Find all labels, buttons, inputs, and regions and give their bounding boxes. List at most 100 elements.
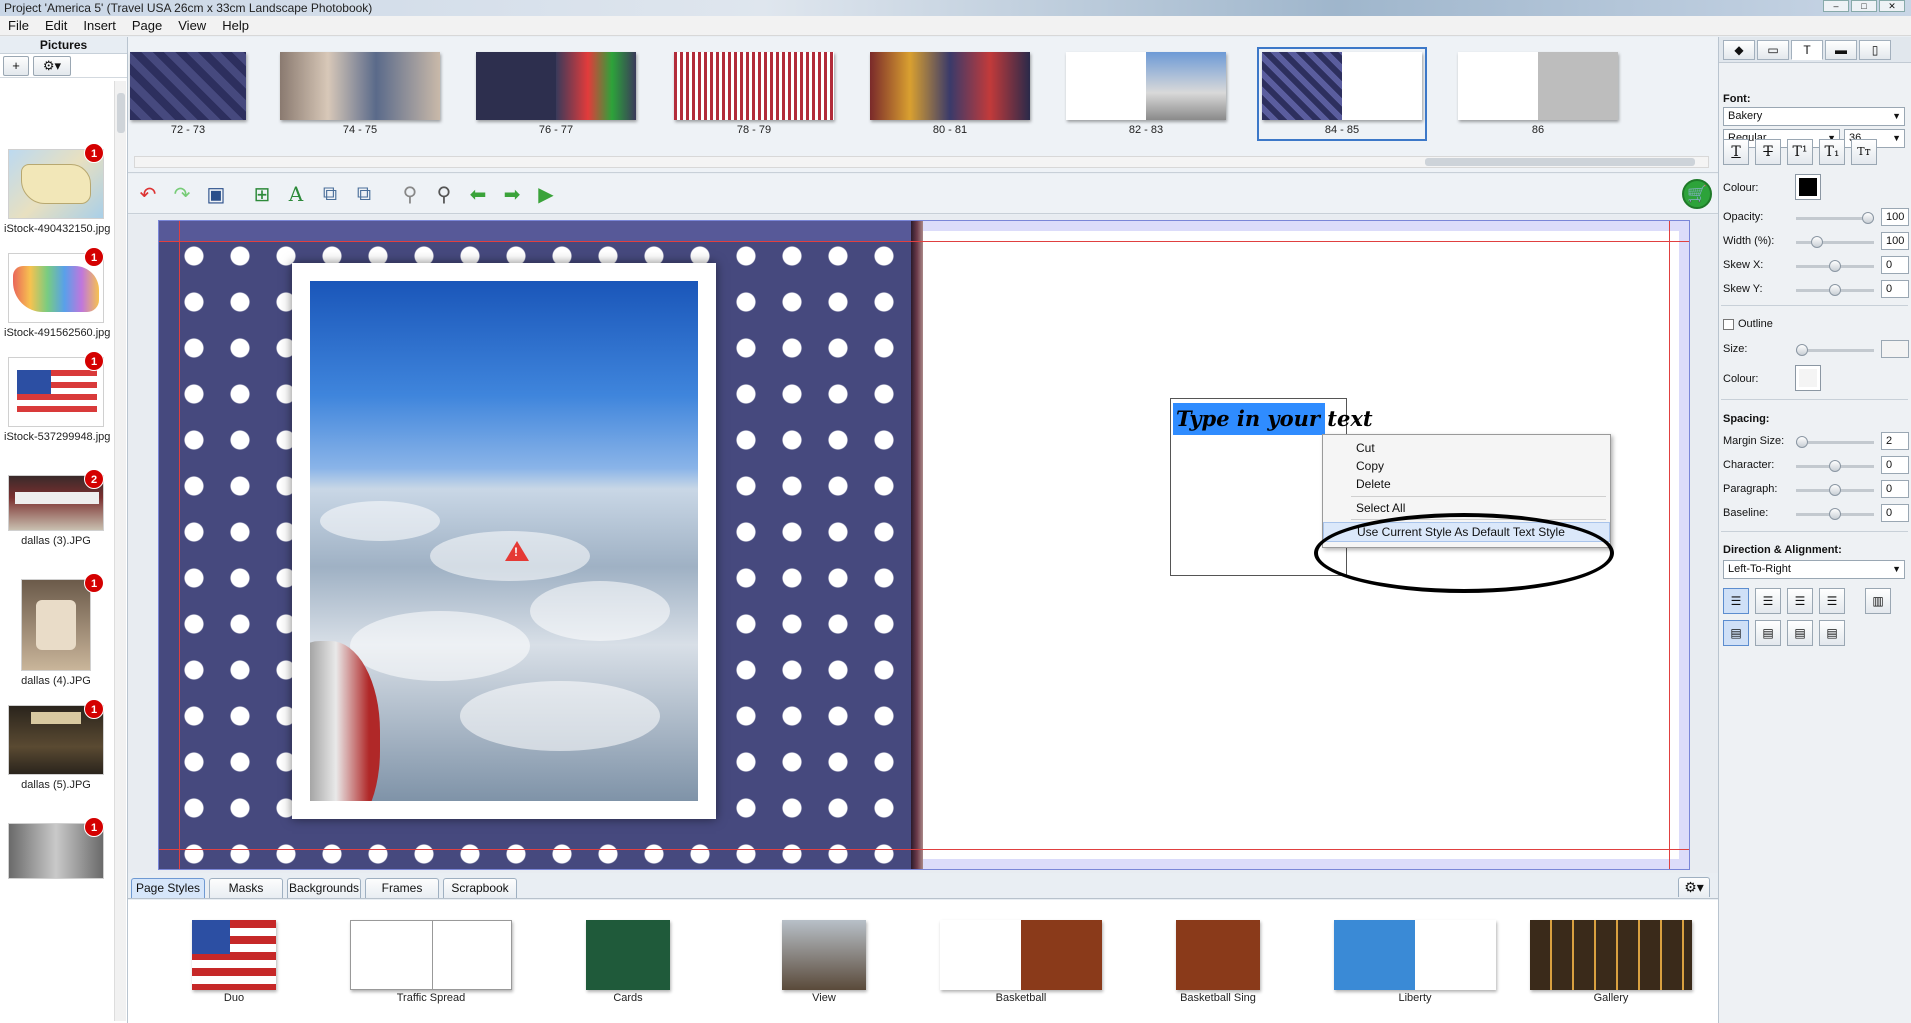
menu-item-cut[interactable]: Cut xyxy=(1323,438,1610,458)
bring-forward-button[interactable]: ⧉ xyxy=(316,180,344,208)
character-input[interactable]: 0 xyxy=(1881,456,1909,474)
low-resolution-warning-icon[interactable]: ! xyxy=(505,541,529,561)
text-colour-swatch[interactable] xyxy=(1795,174,1821,200)
tab-text[interactable]: T xyxy=(1791,40,1823,60)
order-button[interactable]: 🛒 xyxy=(1682,179,1712,209)
outline-size-slider[interactable] xyxy=(1796,344,1874,356)
save-button[interactable]: ▣ xyxy=(202,180,230,208)
menu-edit[interactable]: Edit xyxy=(37,18,75,33)
align-left-button[interactable]: ☰ xyxy=(1723,588,1749,614)
menu-item-delete[interactable]: Delete xyxy=(1323,474,1610,494)
picture-item[interactable]: 1 dallas (4).JPG xyxy=(4,573,108,687)
picture-frame[interactable]: ! xyxy=(292,263,716,819)
pictures-scrollbar[interactable] xyxy=(114,81,126,1021)
subscript-button[interactable]: T₁ xyxy=(1819,139,1845,165)
menu-insert[interactable]: Insert xyxy=(75,18,124,33)
style-item[interactable]: View xyxy=(782,920,866,1004)
margin-slider[interactable] xyxy=(1796,436,1874,448)
menu-view[interactable]: View xyxy=(170,18,214,33)
next-page-button[interactable]: ➡ xyxy=(498,180,526,208)
previous-page-button[interactable]: ⬅ xyxy=(464,180,492,208)
spread-strip-scrollbar[interactable] xyxy=(134,156,1709,168)
superscript-button[interactable]: T¹ xyxy=(1787,139,1813,165)
menu-item-copy[interactable]: Copy xyxy=(1323,456,1610,476)
style-item[interactable]: Cards xyxy=(586,920,670,1004)
close-button[interactable]: ✕ xyxy=(1879,0,1905,12)
tab-page[interactable]: ▯ xyxy=(1859,40,1891,60)
spread-thumbnail[interactable]: 72 - 73 xyxy=(130,52,246,136)
style-item[interactable]: Traffic Spread xyxy=(350,920,512,1004)
spread-thumbnail-selected[interactable]: 84 - 85 xyxy=(1257,47,1427,141)
menu-page[interactable]: Page xyxy=(124,18,170,33)
skewy-slider[interactable] xyxy=(1796,284,1874,296)
picture-item[interactable]: 1 iStock-537299948.jpg xyxy=(4,351,110,443)
style-item[interactable]: Gallery xyxy=(1530,920,1692,1004)
picture-item[interactable]: 1 xyxy=(4,817,108,879)
tab-ruler[interactable]: ▬ xyxy=(1825,40,1857,60)
picture-item[interactable]: 1 dallas (5).JPG xyxy=(4,699,108,791)
tab-shape[interactable]: ◆ xyxy=(1723,40,1755,60)
align-center-button[interactable]: ☰ xyxy=(1755,588,1781,614)
tab-masks[interactable]: Masks xyxy=(209,878,283,898)
library-options-button[interactable]: ⚙▾ xyxy=(1678,877,1710,897)
tab-frame[interactable]: ▭ xyxy=(1757,40,1789,60)
align-right-button[interactable]: ☰ xyxy=(1787,588,1813,614)
style-item[interactable]: Basketball xyxy=(940,920,1102,1004)
add-text-box-button[interactable]: A xyxy=(282,180,310,208)
left-page[interactable]: ! xyxy=(159,221,919,869)
valign-middle-button[interactable]: ▤ xyxy=(1755,620,1781,646)
style-item[interactable]: Liberty xyxy=(1334,920,1496,1004)
valign-top-button[interactable]: ▤ xyxy=(1723,620,1749,646)
spread-thumbnail[interactable]: 80 - 81 xyxy=(870,52,1030,136)
picture-item[interactable]: 1 iStock-490432150.jpg xyxy=(4,143,110,235)
margin-input[interactable]: 2 xyxy=(1881,432,1909,450)
selected-text[interactable]: Type in your text xyxy=(1173,403,1373,435)
skewx-slider[interactable] xyxy=(1796,260,1874,272)
outline-size-input[interactable] xyxy=(1881,340,1909,358)
outline-colour-swatch[interactable] xyxy=(1795,365,1821,391)
width-input[interactable]: 100 xyxy=(1881,232,1909,250)
align-justify-button[interactable]: ☰ xyxy=(1819,588,1845,614)
spread-thumbnail[interactable]: 78 - 79 xyxy=(674,52,834,136)
spread-thumbnail[interactable]: 74 - 75 xyxy=(280,52,440,136)
width-slider[interactable] xyxy=(1796,236,1874,248)
small-caps-button[interactable]: Tт xyxy=(1851,139,1877,165)
spread-thumbnail[interactable]: 82 - 83 xyxy=(1066,52,1226,136)
outline-checkbox[interactable] xyxy=(1723,318,1734,330)
spread-thumbnail[interactable]: 86 xyxy=(1458,52,1618,136)
zoom-out-button[interactable]: ⚲ xyxy=(396,180,424,208)
paragraph-input[interactable]: 0 xyxy=(1881,480,1909,498)
skewx-input[interactable]: 0 xyxy=(1881,256,1909,274)
send-backward-button[interactable]: ⧉ xyxy=(350,180,378,208)
undo-button[interactable]: ↶ xyxy=(134,180,162,208)
style-item[interactable]: Basketball Sing xyxy=(1176,920,1260,1004)
maximize-button[interactable]: □ xyxy=(1851,0,1877,12)
underline-button[interactable]: T xyxy=(1723,139,1749,165)
menu-file[interactable]: File xyxy=(0,18,37,33)
opacity-slider[interactable] xyxy=(1796,212,1874,224)
tab-backgrounds[interactable]: Backgrounds xyxy=(287,878,361,898)
pictures-options-button[interactable]: ⚙▾ xyxy=(33,55,71,76)
skewy-input[interactable]: 0 xyxy=(1881,280,1909,298)
menu-help[interactable]: Help xyxy=(214,18,257,33)
airplane-window-photo[interactable]: ! xyxy=(310,281,698,801)
baseline-input[interactable]: 0 xyxy=(1881,504,1909,522)
spread-thumbnail[interactable]: 76 - 77 xyxy=(476,52,636,136)
font-select[interactable]: Bakery ▼ xyxy=(1723,107,1905,126)
add-picture-button[interactable]: + xyxy=(3,55,29,76)
picture-item[interactable]: 2 dallas (3).JPG xyxy=(4,469,108,547)
paragraph-slider[interactable] xyxy=(1796,484,1874,496)
add-picture-box-button[interactable]: ⊞ xyxy=(248,180,276,208)
redo-button[interactable]: ↷ xyxy=(168,180,196,208)
opacity-input[interactable]: 100 xyxy=(1881,208,1909,226)
tab-frames[interactable]: Frames xyxy=(365,878,439,898)
preview-button[interactable]: ▶ xyxy=(532,180,560,208)
valign-bottom-button[interactable]: ▤ xyxy=(1787,620,1813,646)
outline-toggle[interactable]: Outline xyxy=(1723,318,1773,330)
valign-justify-button[interactable]: ▤ xyxy=(1819,620,1845,646)
minimize-button[interactable]: – xyxy=(1823,0,1849,12)
strikethrough-button[interactable]: T xyxy=(1755,139,1781,165)
direction-select[interactable]: Left-To-Right ▼ xyxy=(1723,560,1905,579)
picture-item[interactable]: 1 iStock-491562560.jpg xyxy=(4,247,110,339)
style-item[interactable]: Duo xyxy=(192,920,276,1004)
